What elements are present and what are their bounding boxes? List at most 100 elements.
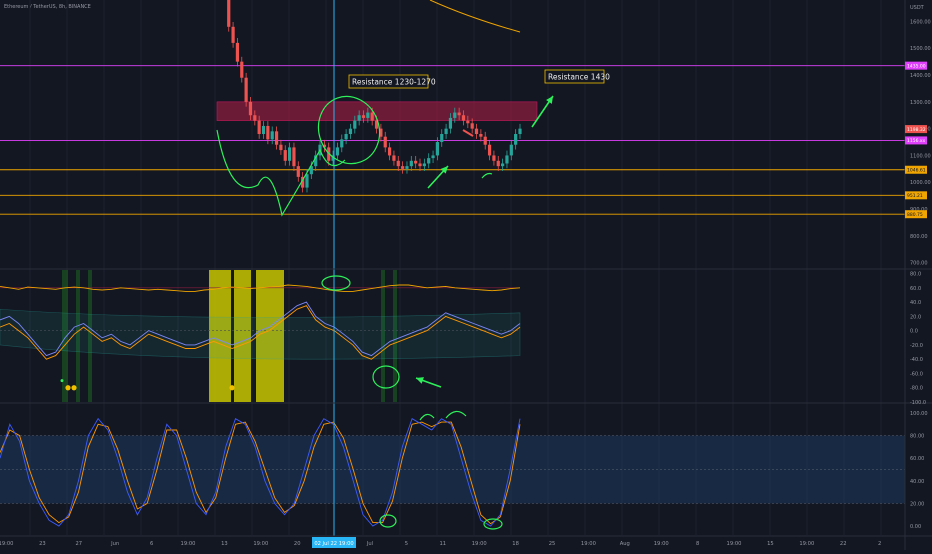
osc1-tick-label: -100.0 — [910, 400, 926, 406]
osc1-tick-label: -20.0 — [910, 343, 923, 349]
candle-body — [235, 42, 240, 62]
time-tick-label: 19:00 — [581, 541, 596, 547]
osc2-tick-label: 80.00 — [910, 434, 924, 440]
candle-body — [474, 128, 479, 134]
candle-body — [335, 147, 340, 156]
osc2-tick-label: 100.00 — [910, 411, 928, 417]
resistance-label-2: Resistance 1430 — [544, 69, 610, 84]
price-tick-label: 1100.00 — [910, 153, 931, 159]
candle-body — [392, 155, 396, 161]
candle-body — [440, 134, 444, 143]
osc1-tick-label: 40.0 — [910, 300, 921, 306]
candle-body — [244, 77, 248, 102]
candle-body — [431, 155, 435, 159]
osc2-tick-label: 0.00 — [910, 524, 921, 530]
candle-body — [279, 144, 283, 151]
time-tick-label: Jun — [110, 541, 119, 547]
candle-body — [405, 166, 409, 169]
time-tick-label: 15 — [767, 541, 774, 547]
time-tick-label: 19:00 — [654, 541, 669, 547]
candle-body — [518, 128, 522, 134]
candle-body — [366, 112, 370, 118]
price-tick-label: 1000.00 — [910, 180, 931, 186]
time-tick-label: 27 — [75, 541, 82, 547]
candle-body — [305, 174, 309, 188]
candle-body — [444, 128, 448, 134]
signal-dot — [71, 385, 77, 391]
candle-body — [292, 147, 296, 167]
signal-dot — [65, 385, 71, 391]
candle-body — [261, 125, 266, 134]
price-tick-label: 1600.00 — [910, 19, 931, 25]
osc1-tick-label: -80.0 — [910, 386, 923, 392]
time-tick-label: 11 — [439, 541, 446, 547]
candle-body — [344, 134, 348, 140]
candle-body — [370, 112, 374, 121]
time-tick-label: Aug — [620, 541, 630, 547]
candle-body — [253, 115, 257, 121]
time-tick-label: 6 — [150, 541, 153, 547]
candle-body — [483, 136, 487, 145]
time-tick-label: 18 — [512, 541, 519, 547]
candle-body — [270, 131, 274, 140]
time-tick-label: 13 — [221, 541, 228, 547]
price-currency-label: USDT — [910, 5, 925, 11]
time-tick-label: 19:00 — [472, 541, 487, 547]
time-tick-label: Jul — [366, 541, 373, 547]
osc2-tick-label: 60.00 — [910, 456, 924, 462]
price-tick-label: 1500.00 — [910, 46, 931, 52]
price-badge-label: 951.21 — [907, 193, 923, 199]
candle-body — [348, 128, 353, 134]
time-tick-label: 20 — [294, 541, 301, 547]
candle-body — [383, 136, 387, 148]
osc1-tick-label: 80.0 — [910, 272, 921, 278]
candle-body — [461, 115, 466, 121]
candle-body — [257, 120, 261, 134]
chart-stage: Ethereum / TetherUS, 8h, BINANCE 1600.00… — [0, 0, 932, 550]
candle-body — [466, 120, 470, 124]
candle-body — [487, 144, 492, 156]
candle-body — [453, 112, 457, 118]
price-badge-label: 1156.xx — [907, 138, 926, 144]
candle-body — [492, 155, 496, 161]
candle-body — [414, 160, 418, 164]
candle-body — [340, 139, 344, 148]
candle-body — [266, 125, 270, 140]
price-badge-label: 1198.32 — [907, 127, 926, 133]
time-tick-label: 19:00 — [727, 541, 742, 547]
candle-body — [448, 117, 453, 129]
resistance-label-1: Resistance 1230-1270 — [348, 74, 436, 89]
osc1-tick-label: -60.0 — [910, 371, 923, 377]
candle-body — [361, 115, 366, 118]
candle-body — [501, 163, 505, 167]
candle-body — [435, 142, 440, 156]
time-tick-label: 19:00 — [181, 541, 196, 547]
candle-body — [353, 120, 357, 129]
candle-body — [401, 166, 405, 169]
candle-body — [357, 115, 361, 121]
price-badge-label: 1435.00 — [907, 63, 926, 69]
signal-dot — [60, 379, 64, 383]
svg-text:Resistance 1230-1270: Resistance 1230-1270 — [352, 78, 436, 87]
time-tick-label: 5 — [405, 541, 408, 547]
chart-svg[interactable]: Ethereum / TetherUS, 8h, BINANCE 1600.00… — [0, 0, 932, 550]
signal-dot — [229, 385, 235, 391]
price-badge-label: 1046.61 — [907, 168, 926, 174]
time-tick-label: 23 — [39, 541, 46, 547]
candle-body — [505, 155, 509, 164]
svg-text:02 Jul 22 19:00: 02 Jul 22 19:00 — [314, 541, 353, 547]
candle-body — [287, 147, 292, 161]
time-tick-label: 19:00 — [253, 541, 268, 547]
osc2-tick-label: 20.00 — [910, 501, 924, 507]
candle-body — [409, 160, 413, 167]
time-tick-label: 19:00 — [0, 541, 13, 547]
svg-text:Resistance 1430: Resistance 1430 — [548, 73, 610, 82]
time-tick-label: 22 — [840, 541, 847, 547]
candle-body — [248, 101, 253, 116]
candle-body — [418, 163, 422, 167]
candle-body — [509, 144, 513, 156]
symbol-title: Ethereum / TetherUS, 8h, BINANCE — [4, 4, 91, 10]
price-tick-label: 800.00 — [910, 234, 928, 240]
candle-body — [296, 166, 300, 177]
candle-body — [387, 147, 392, 156]
